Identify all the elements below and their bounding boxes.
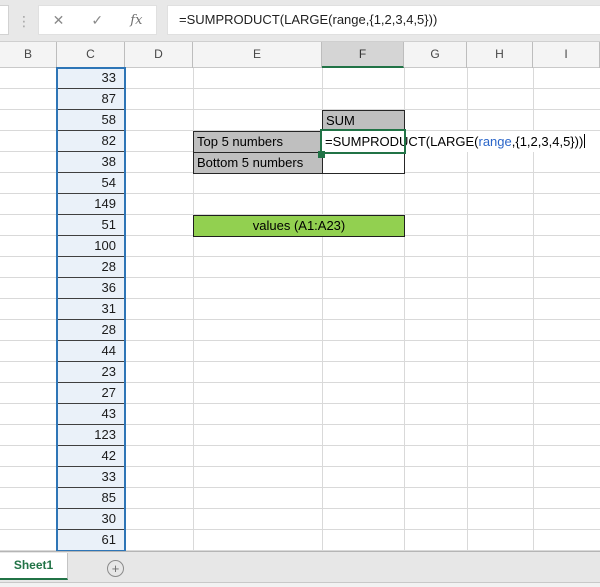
formula-bar-buttons: ✕ ✓ fx (38, 5, 157, 35)
cell-c23[interactable]: 61 (57, 530, 125, 551)
column-header-c[interactable]: C (57, 42, 125, 68)
cell-c15[interactable]: 23 (57, 362, 125, 383)
cell-c22[interactable]: 30 (57, 509, 125, 530)
formula-input[interactable]: =SUMPRODUCT(LARGE(range,{1,2,3,4,5})) (167, 5, 600, 35)
column-header-h[interactable]: H (467, 42, 533, 68)
cell-sum-label[interactable]: SUM (322, 110, 405, 132)
cell-c12[interactable]: 31 (57, 299, 125, 320)
sheet-tab-bar: Sheet1 + (0, 551, 600, 582)
formula-suffix: ,{1,2,3,4,5})) (512, 134, 584, 149)
gridline (125, 68, 126, 551)
cell-values-note[interactable]: values (A1:A23) (193, 215, 405, 237)
text-caret (584, 134, 585, 148)
cell-c17[interactable]: 43 (57, 404, 125, 425)
column-header-i[interactable]: I (533, 42, 600, 68)
column-header-g[interactable]: G (404, 42, 467, 68)
column-header-b[interactable]: B (0, 42, 57, 68)
column-header-e[interactable]: E (193, 42, 322, 68)
formula-toolbar: ⋮ ✕ ✓ fx =SUMPRODUCT(LARGE(range,{1,2,3,… (0, 0, 600, 42)
cell-c14[interactable]: 44 (57, 341, 125, 362)
cell-c6[interactable]: 54 (57, 173, 125, 194)
formula-range-reference: range (479, 134, 512, 149)
cell-c4[interactable]: 82 (57, 131, 125, 152)
insert-function-icon[interactable]: fx (130, 14, 142, 27)
column-header-d[interactable]: D (125, 42, 193, 68)
cell-c9[interactable]: 100 (57, 236, 125, 257)
cell-c5[interactable]: 38 (57, 152, 125, 173)
cell-c18[interactable]: 123 (57, 425, 125, 446)
cell-c10[interactable]: 28 (57, 257, 125, 278)
cell-c19[interactable]: 42 (57, 446, 125, 467)
cell-bottom5-result[interactable] (322, 152, 405, 174)
cell-c8[interactable]: 51 (57, 215, 125, 236)
cell-c3[interactable]: 58 (57, 110, 125, 131)
formula-bar-handle-icon: ⋮ (17, 8, 27, 34)
tab-sheet1[interactable]: Sheet1 (0, 553, 68, 580)
cell-c7[interactable]: 149 (57, 194, 125, 215)
column-header-f[interactable]: F (322, 42, 404, 68)
cell-c2[interactable]: 87 (57, 89, 125, 110)
cell-c1[interactable]: 33 (57, 68, 125, 89)
status-bar (0, 582, 600, 587)
cell-c21[interactable]: 85 (57, 488, 125, 509)
enter-icon[interactable]: ✓ (91, 13, 103, 27)
cell-c20[interactable]: 33 (57, 467, 125, 488)
cell-c11[interactable]: 36 (57, 278, 125, 299)
cell-c16[interactable]: 27 (57, 383, 125, 404)
name-box[interactable] (0, 5, 9, 35)
cell-formula-edit[interactable]: =SUMPRODUCT(LARGE(range,{1,2,3,4,5})) (322, 131, 600, 152)
cancel-icon[interactable]: ✕ (53, 13, 65, 27)
formula-prefix: =SUMPRODUCT(LARGE( (325, 134, 479, 149)
cell-bottom5-label[interactable]: Bottom 5 numbers (193, 152, 323, 174)
cell-c13[interactable]: 28 (57, 320, 125, 341)
cell-top5-label[interactable]: Top 5 numbers (193, 131, 323, 153)
add-sheet-icon[interactable]: + (107, 560, 124, 577)
spreadsheet-grid[interactable]: 33 87 58 82 38 54 149 51 100 28 36 31 28… (0, 68, 600, 551)
column-header-row: B C D E F G H I (0, 42, 600, 68)
